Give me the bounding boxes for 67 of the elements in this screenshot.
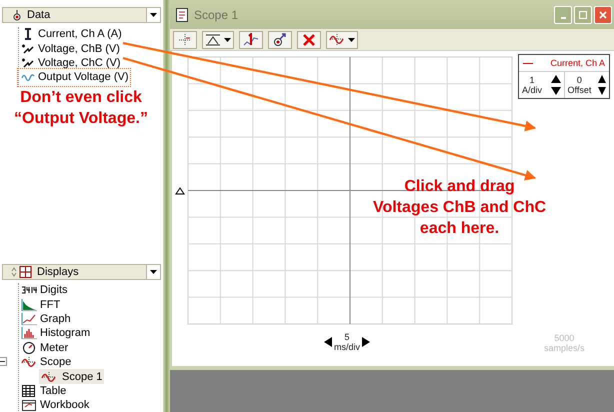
line-graph-icon <box>21 312 37 325</box>
displays-panel-header[interactable]: Displays <box>2 264 161 280</box>
display-item[interactable]: Scope 1 <box>39 369 104 384</box>
data-panel-header[interactable]: Data <box>2 7 161 23</box>
spectrum-icon <box>21 298 37 311</box>
offset-value: 0 Offset <box>568 75 592 95</box>
wave-icon <box>329 32 345 46</box>
wave-icon <box>21 71 35 84</box>
wave-icon <box>21 356 37 368</box>
display-item[interactable]: Workbook <box>19 398 90 412</box>
display-item[interactable]: Graph <box>19 312 71 326</box>
legend-label: Current, Ch A <box>550 58 605 68</box>
probe-button[interactable] <box>268 30 292 48</box>
delete-button[interactable] <box>297 30 321 48</box>
trigger-button[interactable] <box>173 30 197 48</box>
data-panel-title: Data <box>27 9 50 21</box>
annotation-text: Don’t even click “Output Voltage.” <box>13 88 149 129</box>
display-item[interactable]: Meter <box>19 340 68 355</box>
table-icon <box>21 384 37 397</box>
display-item[interactable]: Table <box>19 384 66 398</box>
dropdown-button[interactable] <box>146 265 160 279</box>
scale-button[interactable] <box>202 30 234 48</box>
grid-icon <box>11 266 33 278</box>
histogram-icon <box>21 327 37 340</box>
digits-icon <box>21 284 37 296</box>
signal-icon <box>243 32 259 46</box>
up-down-arrows-icon[interactable] <box>598 75 606 95</box>
document-icon <box>176 8 188 22</box>
data-source-item[interactable]: Current, Ch A (A) <box>19 27 122 42</box>
caret-icon <box>348 38 355 42</box>
annotation-text: Click and drag Voltages ChB and ChC each here. <box>372 177 547 239</box>
horizontal-scale: 5 ms/div <box>334 332 360 352</box>
peak-icon <box>205 34 221 46</box>
close-icon <box>303 34 315 46</box>
probe-icon <box>11 9 23 21</box>
left-arrow-icon[interactable] <box>324 337 332 347</box>
voltage-icon <box>21 42 35 55</box>
display-item[interactable]: Digits <box>19 283 68 298</box>
legend-line <box>523 62 533 64</box>
probe-icon <box>273 32 287 46</box>
window-title: Scope 1 <box>194 8 238 22</box>
caret-icon <box>224 38 231 42</box>
data-source-item[interactable]: Output Voltage (V) <box>19 70 128 85</box>
up-down-arrows-icon[interactable] <box>550 75 560 95</box>
display-item[interactable]: Scope <box>19 354 72 370</box>
display-options-button[interactable] <box>326 30 358 48</box>
sample-rate: 5000 samples/s <box>544 333 585 353</box>
gauge-icon <box>21 342 37 354</box>
crosshair-icon <box>178 32 192 46</box>
caret-icon <box>150 13 157 17</box>
display-item[interactable]: FFT <box>19 297 60 312</box>
close-button[interactable] <box>594 6 612 24</box>
minimize-icon <box>560 16 566 18</box>
dropdown-button[interactable] <box>146 8 160 22</box>
vertical-scale: 1 A/div <box>522 75 542 95</box>
voltage-icon <box>21 56 35 69</box>
right-arrow-icon[interactable] <box>362 337 370 347</box>
data-source-item[interactable]: Voltage, ChB (V) <box>19 41 120 56</box>
trigger-marker-icon[interactable] <box>175 187 185 194</box>
maximize-icon <box>579 10 587 18</box>
display-item[interactable]: Histogram <box>19 326 90 341</box>
data-source-item[interactable]: Voltage, ChC (V) <box>19 56 121 70</box>
close-icon <box>599 10 607 18</box>
collapse-toggle[interactable] <box>0 356 7 366</box>
displays-panel-title: Displays <box>37 266 79 278</box>
caret-icon <box>150 270 157 274</box>
wave-icon <box>41 370 57 383</box>
